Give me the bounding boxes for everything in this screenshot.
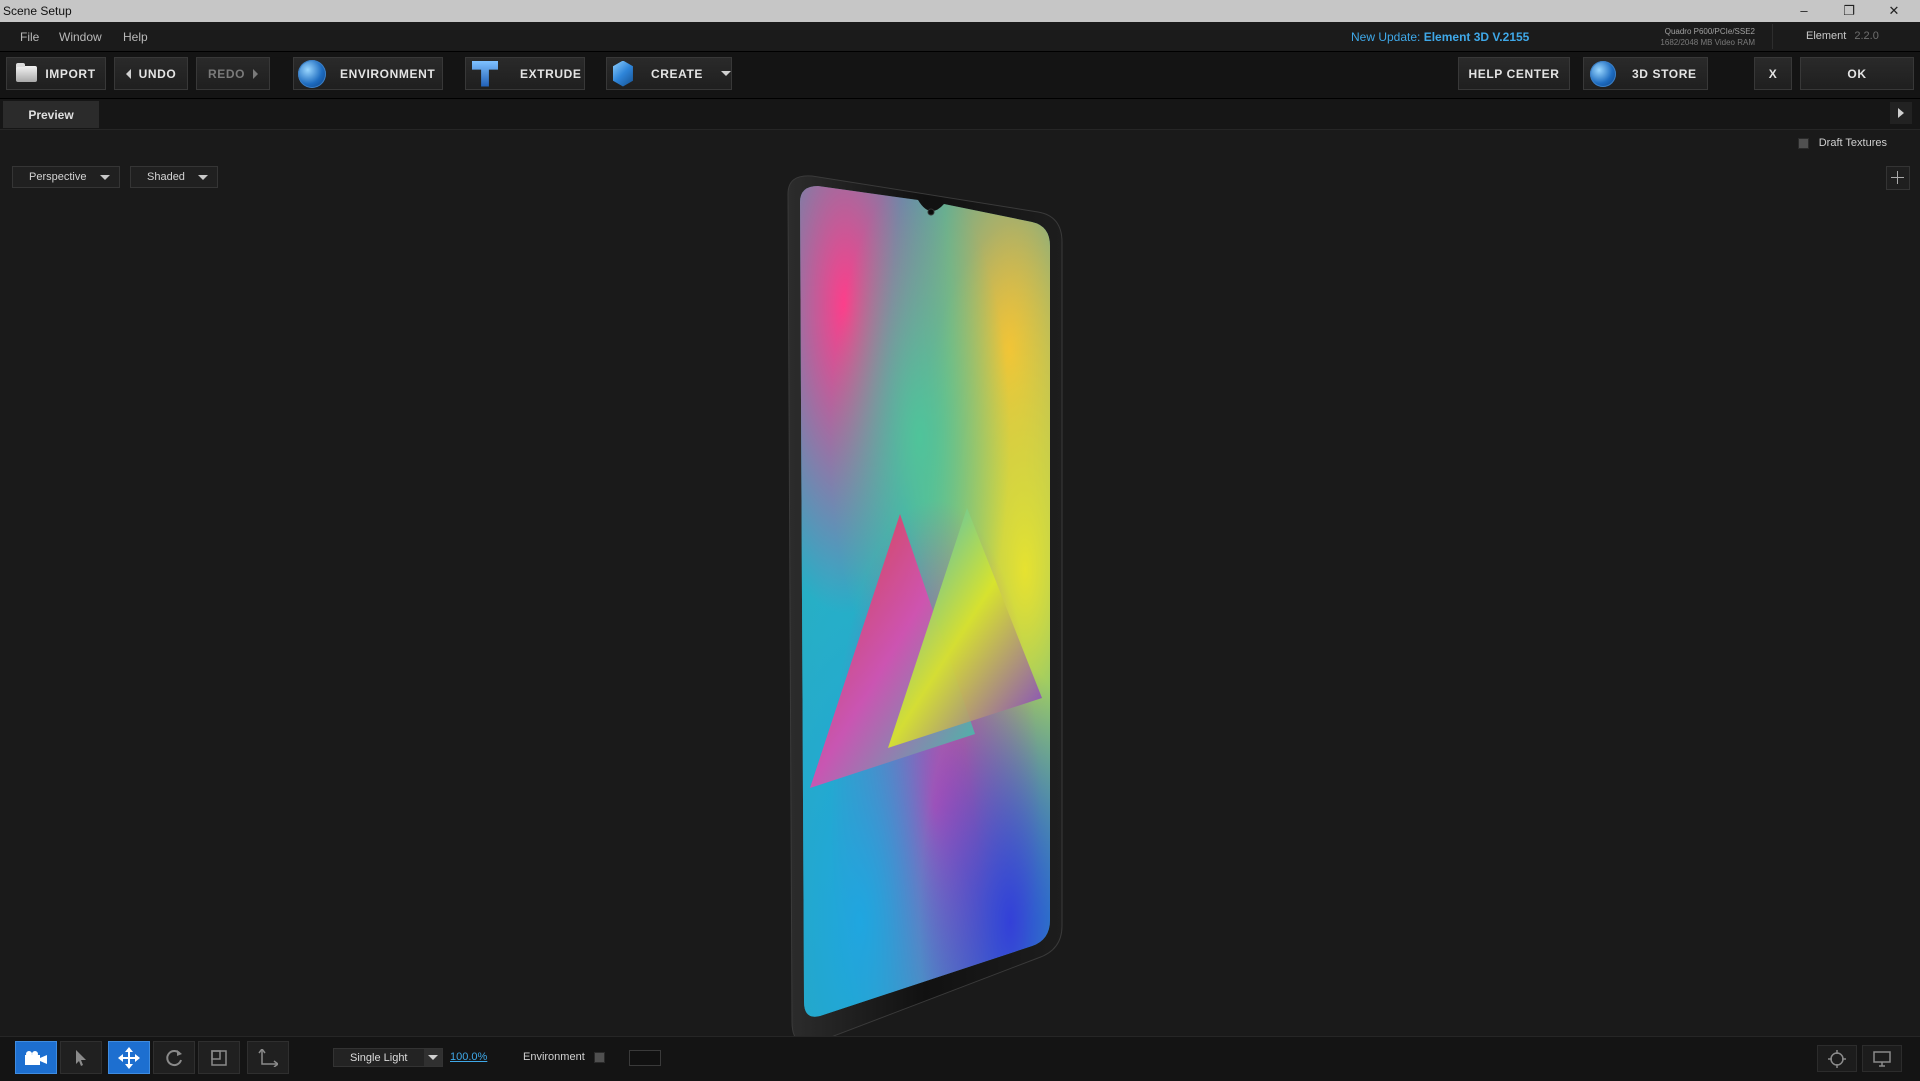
menu-file[interactable]: File (20, 30, 39, 44)
axis-tool-button[interactable] (247, 1041, 289, 1074)
update-prefix: New Update: (1351, 30, 1421, 44)
lighting-value: Single Light (350, 1051, 408, 1064)
store-button[interactable]: 3D STORE (1583, 57, 1708, 90)
extrude-icon (472, 60, 498, 87)
plugin-version: 2.2.0 (1854, 30, 1879, 42)
rotate-tool-button[interactable] (153, 1041, 195, 1074)
undo-arrow-icon (125, 68, 131, 79)
move-tool-button[interactable] (108, 1041, 150, 1074)
plugin-name: Element (1806, 30, 1847, 42)
gpu-name: Quadro P600/PCIe/SSE2 (1664, 27, 1755, 36)
rotate-icon (166, 1049, 182, 1066)
menu-help[interactable]: Help (123, 30, 148, 44)
phone-render (787, 175, 1063, 1036)
tab-strip: Preview (0, 99, 1920, 130)
light-intensity-value[interactable]: 100.0% (450, 1051, 487, 1063)
title-bar: Scene Setup – ❐ ✕ (0, 0, 1920, 22)
move-icon (118, 1046, 140, 1069)
menu-bar: File Window Help New Update: Element 3D … (0, 22, 1920, 52)
monitor-icon (1873, 1050, 1891, 1067)
crosshair-icon[interactable] (1886, 166, 1910, 190)
divider (1772, 24, 1773, 49)
scale-icon (211, 1049, 227, 1066)
axis-icon (258, 1048, 278, 1067)
display-button[interactable] (1862, 1045, 1902, 1072)
store-label: 3D STORE (1632, 66, 1697, 81)
create-label: CREATE (650, 66, 703, 81)
close-window-button[interactable]: ✕ (1872, 1, 1916, 21)
ok-label: OK (1847, 66, 1867, 81)
chevron-down-icon (721, 71, 731, 76)
import-button[interactable]: IMPORT (6, 57, 106, 90)
lighting-dropdown[interactable]: Single Light (333, 1048, 443, 1067)
plugin-info: Element 2.2.0 (1806, 30, 1879, 42)
cancel-label: X (1768, 66, 1778, 81)
main-toolbar: IMPORT UNDO REDO ENVIRONMENT EXTRUDE CRE… (0, 52, 1920, 99)
ok-button[interactable]: OK (1800, 57, 1914, 90)
environment-checkbox[interactable] (594, 1052, 605, 1063)
chevron-down-icon (198, 174, 208, 180)
preview-viewport[interactable]: Draft Textures Perspective Shaded (0, 130, 1920, 1036)
redo-arrow-icon (253, 68, 259, 79)
update-notice[interactable]: New Update: Element 3D V.2155 (1351, 30, 1529, 44)
environment-button[interactable]: ENVIRONMENT (293, 57, 443, 90)
minimize-button[interactable]: – (1782, 1, 1826, 21)
extrude-label: EXTRUDE (520, 66, 582, 81)
chevron-down-icon (428, 1055, 438, 1060)
environment-label: ENVIRONMENT (340, 66, 436, 81)
view-mode-dropdown[interactable]: Perspective (12, 166, 120, 188)
extrude-button[interactable]: EXTRUDE (465, 57, 585, 90)
help-center-button[interactable]: HELP CENTER (1458, 57, 1570, 90)
cube-icon (613, 60, 633, 87)
update-version: Element 3D V.2155 (1423, 30, 1530, 44)
cancel-button[interactable]: X (1754, 57, 1792, 90)
target-icon (1828, 1049, 1846, 1068)
chevron-right-icon (1898, 108, 1904, 118)
camera-icon (25, 1050, 47, 1065)
import-label: IMPORT (45, 66, 96, 81)
tab-preview[interactable]: Preview (3, 101, 99, 128)
draft-textures-toggle[interactable]: Draft Textures (1797, 137, 1887, 149)
undo-label: UNDO (138, 66, 177, 81)
window-title: Scene Setup (3, 4, 72, 18)
environment-swatch[interactable] (629, 1050, 661, 1066)
scale-tool-button[interactable] (198, 1041, 240, 1074)
shading-mode-value: Shaded (147, 171, 185, 183)
environment-label: Environment (523, 1051, 585, 1063)
undo-button[interactable]: UNDO (114, 57, 188, 90)
lighting-dropdown-arrow[interactable] (424, 1049, 442, 1066)
create-button[interactable]: CREATE (606, 57, 732, 90)
redo-button[interactable]: REDO (196, 57, 270, 90)
globe-icon (1590, 60, 1616, 87)
draft-textures-checkbox[interactable] (1797, 137, 1809, 149)
bottom-toolbar: Single Light 100.0% Environment (0, 1036, 1920, 1081)
menu-window[interactable]: Window (59, 30, 102, 44)
phone-3d-model[interactable] (770, 174, 1070, 1036)
gpu-ram: 1682/2048 MB Video RAM (1660, 38, 1755, 47)
restore-button[interactable]: ❐ (1827, 1, 1871, 21)
chevron-down-icon (100, 174, 110, 180)
render-settings-button[interactable] (1817, 1045, 1857, 1072)
view-mode-value: Perspective (29, 171, 87, 183)
shading-mode-dropdown[interactable]: Shaded (130, 166, 218, 188)
folder-icon (16, 62, 38, 82)
pointer-icon (76, 1049, 86, 1066)
expand-panel-button[interactable] (1890, 102, 1912, 124)
help-center-label: HELP CENTER (1468, 66, 1560, 81)
camera-tool-button[interactable] (15, 1041, 57, 1074)
select-tool-button[interactable] (60, 1041, 102, 1074)
draft-textures-label: Draft Textures (1818, 137, 1887, 149)
gpu-info: Quadro P600/PCIe/SSE2 1682/2048 MB Video… (1637, 26, 1755, 48)
redo-label: REDO (207, 66, 246, 81)
globe-icon (298, 59, 326, 88)
